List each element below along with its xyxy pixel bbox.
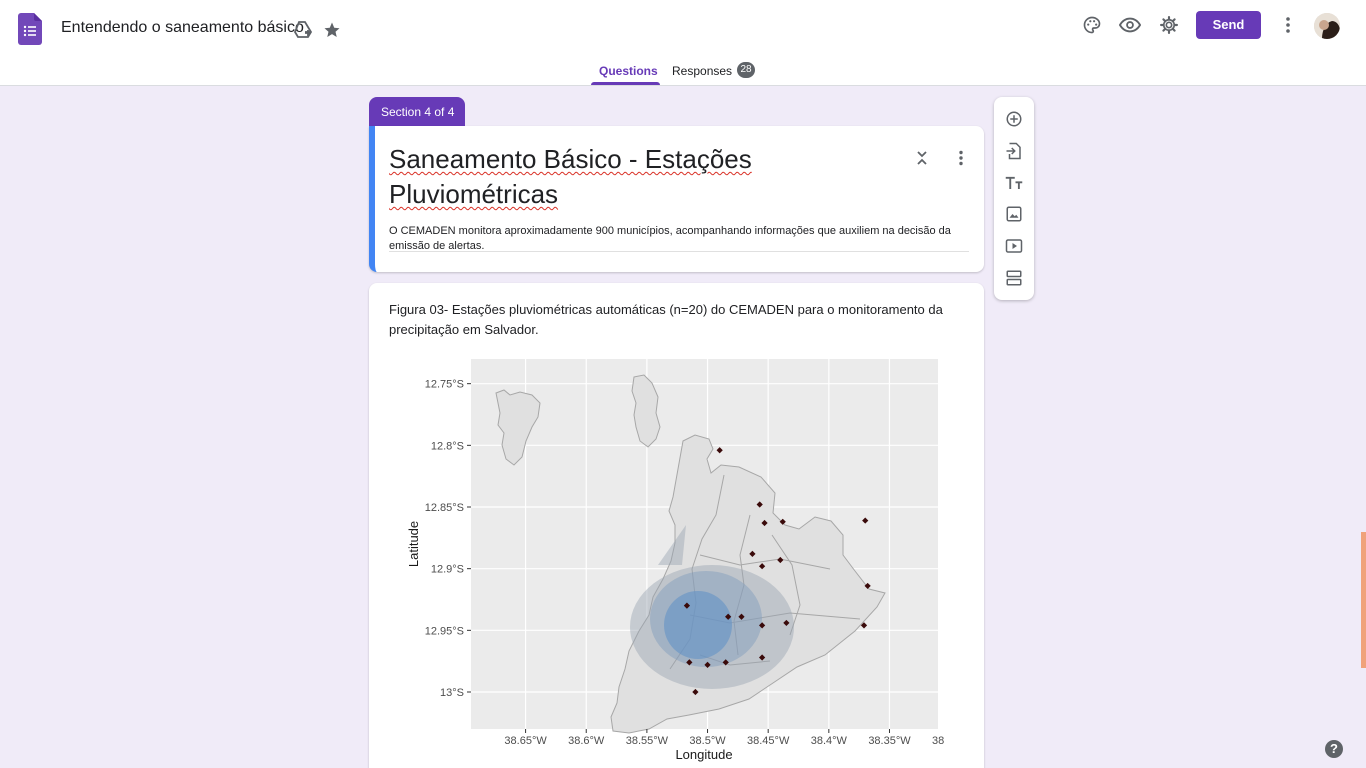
- y-axis: 12.75°S 12.8°S 12.85°S 12.9°S 12.95°S 13°S: [425, 379, 471, 699]
- section-title[interactable]: Saneamento Básico - Estações Pluviométri…: [389, 142, 859, 212]
- tab-responses[interactable]: Responses: [672, 64, 732, 78]
- collapse-section-icon[interactable]: [910, 146, 934, 170]
- tab-active-indicator: [591, 82, 660, 85]
- add-item-toolbar: [994, 97, 1034, 300]
- add-title-icon[interactable]: [1002, 171, 1026, 195]
- density-inner: [664, 591, 732, 659]
- x-axis: 38.65°W 38.6°W 38.55°W 38.5°W 38.45°W 38.4°W 3…: [504, 729, 969, 747]
- x-tick-label: 38.65°W: [504, 735, 547, 747]
- import-questions-icon[interactable]: [1002, 139, 1026, 163]
- add-video-icon[interactable]: [1002, 234, 1026, 258]
- forms-app-icon[interactable]: [18, 13, 42, 45]
- image-caption[interactable]: Figura 03- Estações pluviométricas autom…: [389, 300, 959, 340]
- section-description[interactable]: O CEMADEN monitora aproximadamente 900 m…: [389, 224, 969, 254]
- responses-count-badge: 28: [737, 62, 755, 78]
- add-image-icon[interactable]: [1002, 202, 1026, 226]
- section-tag: Section 4 of 4: [369, 97, 465, 127]
- top-bar: Entendendo o saneamento básico Send Ques…: [0, 0, 1366, 86]
- x-tick-label: 38.45°W: [747, 735, 790, 747]
- section-title-line2: Pluviométricas: [389, 179, 559, 209]
- avatar[interactable]: [1314, 13, 1340, 39]
- add-question-icon[interactable]: [1002, 107, 1026, 131]
- y-tick-label: 12.75°S: [425, 379, 464, 391]
- station-map-figure: 12.75°S 12.8°S 12.85°S 12.9°S 12.95°S 13°S 38…: [400, 355, 969, 768]
- palette-icon[interactable]: [1080, 13, 1104, 37]
- x-axis-label: Longitude: [675, 747, 732, 762]
- x-tick-label: 38.35°W: [868, 735, 911, 747]
- scrollbar-thumb[interactable]: [1361, 532, 1366, 668]
- x-tick-label: 38.55°W: [626, 735, 669, 747]
- settings-icon[interactable]: [1157, 13, 1181, 37]
- help-icon[interactable]: ?: [1325, 740, 1343, 758]
- station-map-svg: 12.75°S 12.8°S 12.85°S 12.9°S 12.95°S 13°S 38…: [406, 359, 969, 762]
- send-button[interactable]: Send: [1196, 11, 1261, 39]
- description-underline: [389, 251, 969, 252]
- x-tick-label: 38.6°W: [568, 735, 605, 747]
- add-section-icon[interactable]: [1002, 266, 1026, 290]
- y-axis-label: Latitude: [406, 521, 421, 567]
- section-more-icon[interactable]: [949, 146, 973, 170]
- preview-icon[interactable]: [1118, 13, 1142, 37]
- y-tick-label: 13°S: [440, 687, 464, 699]
- section-header-card[interactable]: Saneamento Básico - Estações Pluviométri…: [369, 126, 984, 272]
- x-tick-label: 38.5°W: [689, 735, 726, 747]
- y-tick-label: 12.8°S: [431, 440, 464, 452]
- y-tick-label: 12.85°S: [425, 502, 464, 514]
- section-title-line1: Saneamento Básico - Estações: [389, 144, 752, 174]
- more-vert-icon[interactable]: [1276, 13, 1300, 37]
- drive-move-icon[interactable]: [291, 18, 315, 42]
- doc-title[interactable]: Entendendo o saneamento básico: [61, 19, 304, 37]
- star-icon[interactable]: [320, 18, 344, 42]
- x-tick-label: 38.3°W: [932, 735, 945, 747]
- y-tick-label: 12.9°S: [431, 564, 464, 576]
- tab-questions[interactable]: Questions: [599, 64, 658, 78]
- y-tick-label: 12.95°S: [425, 625, 464, 637]
- x-tick-label: 38.4°W: [811, 735, 848, 747]
